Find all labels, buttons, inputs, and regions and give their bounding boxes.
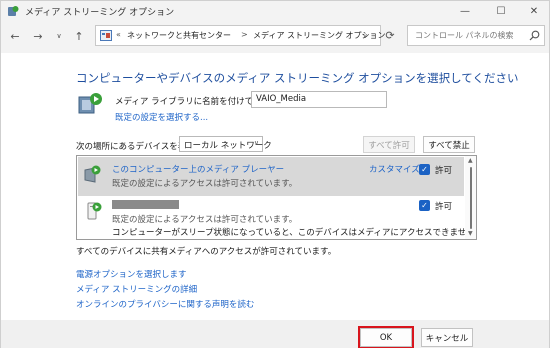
choose-defaults-link[interactable]: 既定の設定を選択する... xyxy=(115,111,208,123)
control-panel-icon xyxy=(100,30,112,41)
ok-button-highlight xyxy=(358,326,414,348)
allow-all-button[interactable]: すべて許可 xyxy=(363,136,415,153)
search-icon[interactable] xyxy=(529,30,540,41)
allow-checkbox-computer[interactable]: ✓ xyxy=(419,200,430,211)
library-name-field[interactable]: VAIO_Media xyxy=(251,91,387,108)
show-devices-select[interactable]: ローカル ネットワーク ∨ xyxy=(179,136,272,152)
device-list[interactable]: このコンピューター上のメディア プレーヤー 既定の設定によるアクセスは許可されて… xyxy=(76,155,477,240)
media-streaming-window: メディア ストリーミング オプション — ☐ ✕ ← → ∨ ↑ « ネットワー… xyxy=(0,0,550,348)
address-bar[interactable]: « ネットワークと共有センター > メディア ストリーミング オプション xyxy=(95,25,386,46)
window-title: メディア ストリーミング オプション xyxy=(25,8,175,18)
maximize-button[interactable]: ☐ xyxy=(484,1,518,21)
computer-device-icon xyxy=(87,202,102,220)
access-status-text: すべてのデバイスに共有メディアへのアクセスが許可されています。 xyxy=(76,247,337,257)
close-button[interactable]: ✕ xyxy=(517,1,550,21)
allow-checkbox-media-player[interactable]: ✓ xyxy=(419,164,430,175)
address-overflow[interactable]: « xyxy=(116,30,121,39)
scroll-thumb[interactable] xyxy=(470,167,472,229)
breadcrumb-network-center[interactable]: ネットワークと共有センター xyxy=(127,30,231,41)
allow-label-media-player: 許可 xyxy=(435,166,453,176)
back-button[interactable]: ← xyxy=(7,28,23,44)
recent-locations-button[interactable]: ∨ xyxy=(51,28,67,44)
forward-button[interactable]: → xyxy=(30,28,46,44)
allow-label-computer: 許可 xyxy=(435,202,453,212)
address-dropdown-button[interactable]: ∨ xyxy=(356,25,374,46)
search-placeholder: コントロール パネルの検索 xyxy=(415,31,514,40)
media-streaming-app-icon xyxy=(8,6,19,16)
minimize-button[interactable]: — xyxy=(448,1,482,21)
block-all-button[interactable]: すべて禁止 xyxy=(423,136,475,153)
device-desc-media-player: 既定の設定によるアクセスは許可されています。 xyxy=(112,179,298,189)
streaming-details-link[interactable]: メディア ストリーミングの詳細 xyxy=(76,283,197,295)
page-heading: コンピューターやデバイスのメディア ストリーミング オプションを選択してください xyxy=(76,71,519,85)
device-sleep-note: コンピューターがスリープ状態になっていると、このデバイスはメディアにアクセスでき… xyxy=(112,228,477,238)
refresh-button[interactable]: ⟳ xyxy=(380,25,400,46)
title-bar: メディア ストリーミング オプション — ☐ ✕ xyxy=(1,1,549,21)
scroll-up-icon[interactable]: ▲ xyxy=(468,157,473,164)
media-player-device-icon xyxy=(84,165,101,183)
scroll-down-icon[interactable]: ▼ xyxy=(468,230,473,237)
privacy-statement-link[interactable]: オンラインのプライバシーに関する声明を読む xyxy=(76,298,254,310)
device-desc-computer: 既定の設定によるアクセスは許可されています。 xyxy=(112,215,298,225)
breadcrumb-separator: > xyxy=(241,30,248,39)
device-list-scrollbar[interactable]: ▲ ▼ xyxy=(465,156,476,239)
media-library-icon xyxy=(78,93,102,114)
chevron-down-icon: ∨ xyxy=(253,139,259,147)
device-name-media-player[interactable]: このコンピューター上のメディア プレーヤー xyxy=(112,163,284,175)
device-name-redacted xyxy=(112,200,179,209)
up-button[interactable]: ↑ xyxy=(71,28,87,44)
cancel-button[interactable]: キャンセル xyxy=(421,328,473,347)
search-input[interactable]: コントロール パネルの検索 xyxy=(407,25,545,46)
power-options-link[interactable]: 電源オプションを選択します xyxy=(76,268,187,280)
